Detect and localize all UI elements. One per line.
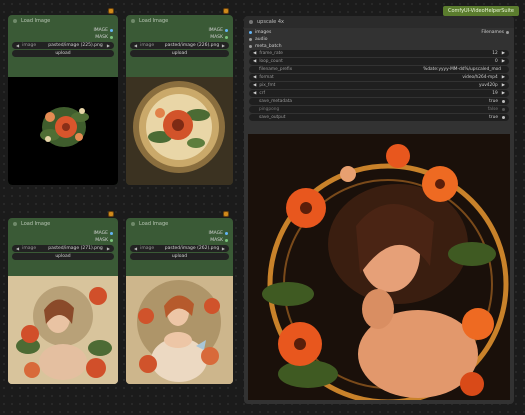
arrow-left-icon[interactable]: ◀ [134,246,137,251]
collapse-dot-icon[interactable] [131,19,135,23]
collapse-dot-icon[interactable] [131,222,135,226]
arrow-left-icon[interactable]: ◀ [253,51,256,56]
upload-button[interactable]: upload [130,50,229,57]
arrow-left-icon[interactable]: ◀ [16,246,19,251]
output-mask[interactable]: MASK [126,34,233,41]
filename-prefix-field[interactable]: filename_prefix %date:yyyy-MM-dd%/upscale… [249,66,509,73]
arrow-right-icon[interactable]: ▶ [107,43,110,48]
flower-medallion-image [126,77,233,185]
arrow-left-icon[interactable]: ◀ [134,43,137,48]
input-dot-icon[interactable] [249,31,252,34]
woman-with-flowers-image [8,276,118,384]
input-audio[interactable]: audio [244,36,514,43]
image-preview [8,77,118,185]
image-output-dot-icon[interactable] [225,232,228,235]
collapse-dot-icon[interactable] [13,222,17,226]
save-metadata-toggle[interactable]: save_metadata true [249,98,509,105]
image-output-dot-icon[interactable] [110,232,113,235]
load-image-node-4[interactable]: Load Image IMAGE MASK ◀ image pasted/ima… [126,218,233,384]
load-image-node-2[interactable]: Load Image IMAGE MASK ◀ image pasted/ima… [126,15,233,185]
loop-count-widget[interactable]: ◀ loop_count 0 ▶ [249,58,509,65]
pin-icon[interactable] [108,211,114,217]
pingpong-toggle[interactable]: pingpong false [249,106,509,113]
pin-icon[interactable] [223,8,229,14]
pin-icon[interactable] [108,8,114,14]
arrow-right-icon[interactable]: ▶ [502,83,505,88]
arrow-right-icon[interactable]: ▶ [502,51,505,56]
arrow-right-icon[interactable]: ▶ [502,91,505,96]
arrow-left-icon[interactable]: ◀ [253,59,256,64]
collapse-dot-icon[interactable] [249,20,253,24]
toggle-on-icon[interactable] [502,100,505,103]
output-dot-icon[interactable] [506,31,509,34]
load-image-node-1[interactable]: Load Image IMAGE MASK ◀ image pasted/ima… [8,15,118,185]
upload-button[interactable]: upload [12,50,114,57]
arrow-right-icon[interactable]: ▶ [107,246,110,251]
image-output-dot-icon[interactable] [225,29,228,32]
input-dot-icon[interactable] [249,45,252,48]
arrow-left-icon[interactable]: ◀ [16,43,19,48]
arrow-left-icon[interactable]: ◀ [253,91,256,96]
node-title: upscale 4x [257,19,284,25]
collapse-dot-icon[interactable] [13,19,17,23]
image-preview [8,276,118,384]
node-title: Load Image [21,18,51,24]
input-dot-icon[interactable] [249,38,252,41]
node-title: Load Image [139,18,169,24]
upload-button[interactable]: upload [12,253,114,260]
crf-widget[interactable]: ◀ crf 19 ▶ [249,90,509,97]
upscaled-portrait-image [248,134,510,400]
image-combo[interactable]: ◀ image pasted/image (262).png ▶ [130,245,229,252]
mask-output-dot-icon[interactable] [110,239,113,242]
upload-button[interactable]: upload [130,253,229,260]
frame-rate-widget[interactable]: ◀ frame_rate 12 ▶ [249,50,509,57]
load-image-node-3[interactable]: Load Image IMAGE MASK ◀ image pasted/ima… [8,218,118,384]
node-header[interactable]: Load Image [8,15,118,27]
image-combo[interactable]: ◀ image pasted/image (225).png ▶ [12,42,114,49]
arrow-right-icon[interactable]: ▶ [502,75,505,80]
output-mask[interactable]: MASK [126,237,233,244]
node-header[interactable]: Load Image [126,15,233,27]
node-title: Load Image [139,221,169,227]
pin-icon[interactable] [223,211,229,217]
arrow-right-icon[interactable]: ▶ [222,43,225,48]
output-filenames[interactable]: Filenames [481,29,514,36]
mask-output-dot-icon[interactable] [225,239,228,242]
toggle-on-icon[interactable] [502,116,505,119]
flower-bouquet-image [40,107,89,147]
node-title: Load Image [21,221,51,227]
image-preview [126,276,233,384]
output-image[interactable]: IMAGE [126,230,233,237]
arrow-right-icon[interactable]: ▶ [502,59,505,64]
input-meta-batch[interactable]: meta_batch [244,43,514,50]
input-images[interactable]: images [244,29,514,36]
pix-fmt-combo[interactable]: ◀ pix_fmt yuv420p ▶ [249,82,509,89]
arrow-right-icon[interactable]: ▶ [222,246,225,251]
image-combo[interactable]: ◀ image pasted/image (271).png ▶ [12,245,114,252]
mask-output-dot-icon[interactable] [110,36,113,39]
woman-portrait-image [126,276,233,384]
output-image[interactable]: IMAGE [8,27,118,34]
output-mask[interactable]: MASK [8,237,118,244]
arrow-left-icon[interactable]: ◀ [253,75,256,80]
output-image[interactable]: IMAGE [8,230,118,237]
video-combine-node[interactable]: upscale 4x images audio meta_batch Filen… [244,16,514,404]
image-preview [126,77,233,185]
image-output-dot-icon[interactable] [110,29,113,32]
node-header[interactable]: upscale 4x [244,16,514,28]
node-header[interactable]: Load Image [126,218,233,230]
save-output-toggle[interactable]: save_output true [249,114,509,121]
vhs-badge: ComfyUI-VideoHelperSuite [442,6,519,16]
mask-output-dot-icon[interactable] [225,36,228,39]
output-mask[interactable]: MASK [8,34,118,41]
video-preview[interactable] [248,134,510,400]
output-image[interactable]: IMAGE [126,27,233,34]
toggle-off-icon[interactable] [502,108,505,111]
arrow-left-icon[interactable]: ◀ [253,83,256,88]
image-combo[interactable]: ◀ image pasted/image (226).png ▶ [130,42,229,49]
node-header[interactable]: Load Image [8,218,118,230]
format-combo[interactable]: ◀ format video/h264-mp4 ▶ [249,74,509,81]
